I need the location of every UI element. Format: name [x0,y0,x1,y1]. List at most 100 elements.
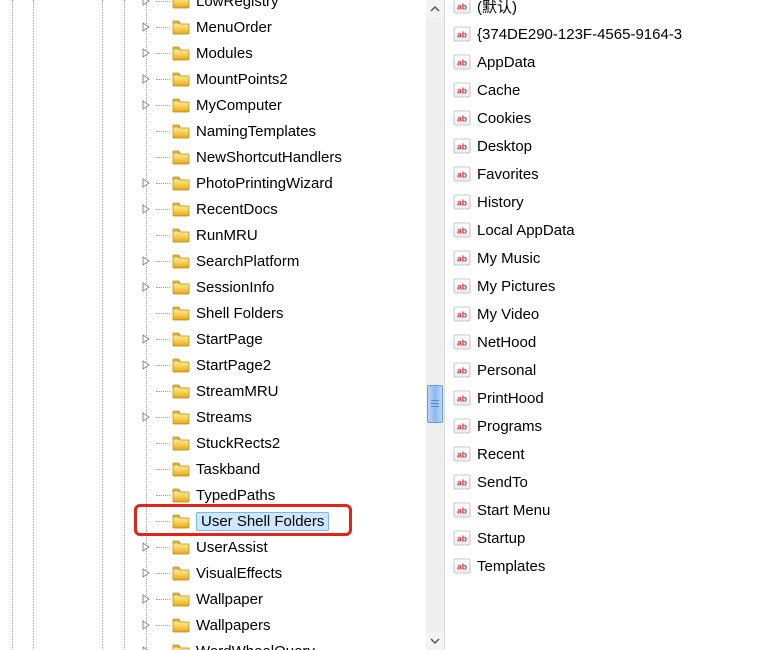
scroll-up-icon[interactable] [426,0,444,18]
value-row[interactable]: ab{374DE290-123F-4565-9164-3 [445,20,773,48]
string-value-icon: ab [453,137,471,155]
expand-placeholder [140,125,152,137]
expand-icon[interactable] [140,21,152,33]
value-name: {374DE290-123F-4565-9164-3 [477,26,682,43]
tree-item[interactable]: Streams [140,404,444,430]
tree-item[interactable]: Taskband [140,456,444,482]
tree-item[interactable]: Modules [140,40,444,66]
scroll-down-icon[interactable] [426,632,444,650]
tree-item[interactable]: Wallpapers [140,612,444,638]
tree-item[interactable]: TypedPaths [140,482,444,508]
value-row[interactable]: abStart Menu [445,496,773,524]
tree-item[interactable]: PhotoPrintingWizard [140,170,444,196]
expand-icon[interactable] [140,47,152,59]
svg-text:ab: ab [457,366,467,376]
tree-item[interactable]: RunMRU [140,222,444,248]
value-row[interactable]: abMy Pictures [445,272,773,300]
tree-item[interactable]: NewShortcutHandlers [140,144,444,170]
tree-item-label: Shell Folders [196,305,284,322]
registry-values-list[interactable]: ab(默认)ab{374DE290-123F-4565-9164-3abAppD… [445,0,773,580]
folder-icon [172,513,190,529]
tree-item[interactable]: LowRegistry [140,0,444,14]
expand-icon[interactable] [140,593,152,605]
tree-item[interactable]: NamingTemplates [140,118,444,144]
tree-item-label: TypedPaths [196,487,275,504]
tree-item[interactable]: Shell Folders [140,300,444,326]
tree-item-label: MountPoints2 [196,71,288,88]
expand-icon[interactable] [140,645,152,650]
string-value-icon: ab [453,333,471,351]
value-row[interactable]: abLocal AppData [445,216,773,244]
value-row[interactable]: abHistory [445,188,773,216]
tree-item-label: PhotoPrintingWizard [196,175,333,192]
value-name: Cache [477,82,520,99]
expand-icon[interactable] [140,281,152,293]
expand-icon[interactable] [140,333,152,345]
tree-item[interactable]: User Shell Folders [140,508,444,534]
value-name: Desktop [477,138,532,155]
value-row[interactable]: ab(默认) [445,0,773,20]
tree-item[interactable]: UserAssist [140,534,444,560]
tree-item[interactable]: StartPage [140,326,444,352]
value-row[interactable]: abPersonal [445,356,773,384]
tree-item[interactable]: StreamMRU [140,378,444,404]
expand-icon[interactable] [140,359,152,371]
expand-icon[interactable] [140,567,152,579]
tree-item[interactable]: SearchPlatform [140,248,444,274]
tree-item[interactable]: StartPage2 [140,352,444,378]
expand-placeholder [140,307,152,319]
expand-icon[interactable] [140,411,152,423]
value-row[interactable]: abAppData [445,48,773,76]
string-value-icon: ab [453,557,471,575]
expand-icon[interactable] [140,541,152,553]
expand-placeholder [140,385,152,397]
tree-item[interactable]: SessionInfo [140,274,444,300]
tree-item-label: Wallpapers [196,617,270,634]
value-row[interactable]: abRecent [445,440,773,468]
tree-item[interactable]: MountPoints2 [140,66,444,92]
tree-item[interactable]: WordWheelQuery [140,638,444,650]
tree-item[interactable]: MenuOrder [140,14,444,40]
expand-icon[interactable] [140,0,152,7]
tree-item-label: StartPage [196,331,263,348]
value-row[interactable]: abMy Video [445,300,773,328]
value-row[interactable]: abMy Music [445,244,773,272]
tree-scrollbar[interactable] [426,0,444,650]
expand-placeholder [140,151,152,163]
value-row[interactable]: abTemplates [445,552,773,580]
tree-item[interactable]: Wallpaper [140,586,444,612]
expand-icon[interactable] [140,203,152,215]
tree-item-label: StuckRects2 [196,435,280,452]
value-row[interactable]: abPrograms [445,412,773,440]
registry-tree[interactable]: LowRegistry MenuOrder Modules MountPoints2 M… [0,0,444,650]
value-row[interactable]: abPrintHood [445,384,773,412]
expand-icon[interactable] [140,177,152,189]
expand-icon[interactable] [140,73,152,85]
tree-item[interactable]: MyComputer [140,92,444,118]
value-row[interactable]: abCookies [445,104,773,132]
string-value-icon: ab [453,389,471,407]
value-row[interactable]: abCache [445,76,773,104]
svg-text:ab: ab [457,534,467,544]
tree-item-label: RunMRU [196,227,258,244]
value-row[interactable]: abSendTo [445,468,773,496]
value-name: Favorites [477,166,539,183]
value-row[interactable]: abNetHood [445,328,773,356]
tree-item-label: Modules [196,45,253,62]
svg-text:ab: ab [457,310,467,320]
expand-icon[interactable] [140,255,152,267]
value-row[interactable]: ab Desktop [445,132,773,160]
tree-item-label: VisualEffects [196,565,282,582]
expand-icon[interactable] [140,619,152,631]
tree-item-label: StartPage2 [196,357,271,374]
folder-icon [172,97,190,113]
scroll-thumb[interactable] [427,385,443,423]
expand-icon[interactable] [140,99,152,111]
svg-text:ab: ab [457,142,467,152]
value-row[interactable]: abFavorites [445,160,773,188]
value-row[interactable]: abStartup [445,524,773,552]
tree-item[interactable]: RecentDocs [140,196,444,222]
tree-item[interactable]: StuckRects2 [140,430,444,456]
tree-item-label: MenuOrder [196,19,272,36]
tree-item[interactable]: VisualEffects [140,560,444,586]
